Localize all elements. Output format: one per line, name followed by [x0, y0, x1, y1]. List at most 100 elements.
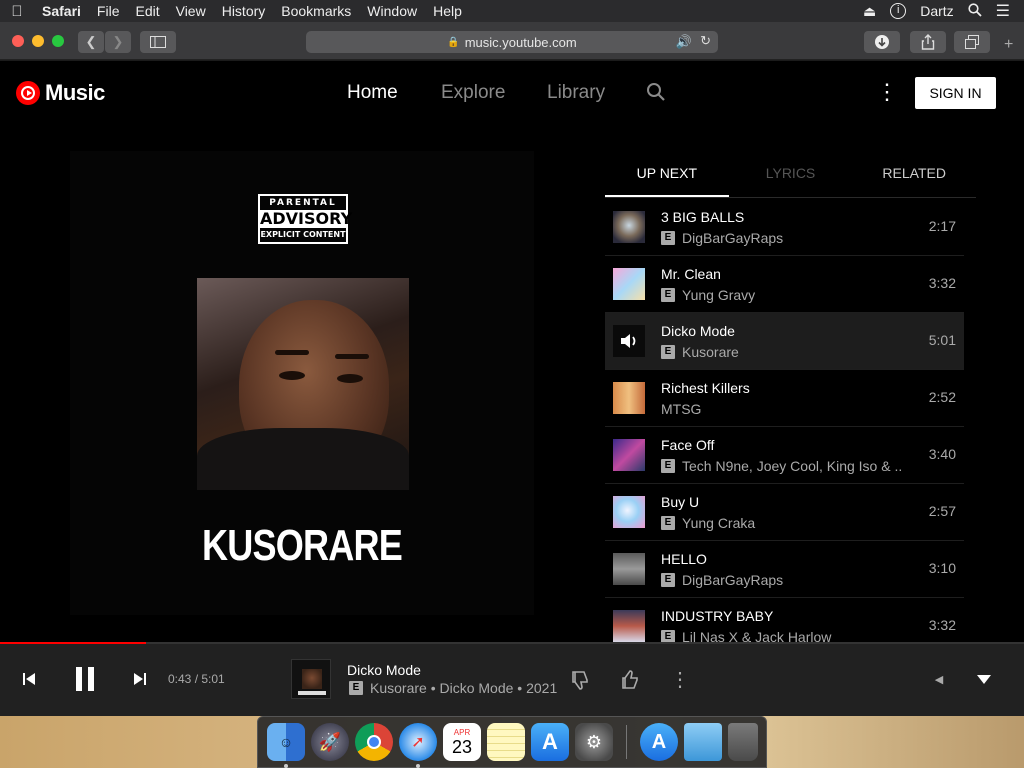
forward-button[interactable]: ❯: [105, 31, 131, 53]
nav-explore[interactable]: Explore: [441, 82, 505, 104]
back-button[interactable]: ❮: [78, 31, 104, 53]
calendar-icon[interactable]: APR 23: [443, 723, 481, 761]
youtube-music-page: Music Home Explore Library ⋮ SIGN IN PAR…: [0, 61, 1024, 716]
track-thumbnail: [613, 610, 645, 642]
search-icon[interactable]: [646, 82, 666, 102]
browser-toolbar: ❮ ❯ 🔒 music.youtube.com 🔊 ↻ +: [0, 22, 1024, 60]
track-artist[interactable]: Kusorare: [682, 344, 739, 360]
expand-player-button[interactable]: [972, 668, 996, 690]
tab-related[interactable]: RELATED: [852, 154, 976, 197]
track-title: Mr. Clean: [661, 266, 721, 282]
parental-advisory-label: PARENTAL ADVISORY EXPLICIT CONTENT: [258, 194, 352, 244]
safari-icon[interactable]: ➚: [399, 723, 437, 768]
finder-icon[interactable]: ☺: [267, 723, 305, 768]
queue-item[interactable]: INDUSTRY BABY E Lil Nas X & Jack Harlow 3…: [605, 598, 964, 642]
track-artist[interactable]: DigBarGayRaps: [682, 572, 783, 588]
new-tab-plus-icon[interactable]: +: [1004, 36, 1013, 54]
macos-dock: ☺ 🚀 ➚ APR 23 A ⚙ A: [257, 716, 767, 768]
sidebar-icon: [150, 36, 166, 48]
notification-center-icon[interactable]: ☰: [996, 1, 1010, 21]
track-duration: 3:10: [928, 560, 956, 576]
chrome-icon[interactable]: [355, 723, 393, 761]
album-cover-photo: [197, 278, 409, 490]
tab-lyrics: LYRICS: [765, 165, 816, 181]
player-more-options-icon[interactable]: ⋮: [670, 667, 690, 691]
player-bar: 0:43 / 5:01 Dicko Mode E Kusorare • Dick…: [0, 644, 1024, 716]
menu-history[interactable]: History: [214, 3, 274, 19]
menu-user-name[interactable]: Dartz: [920, 3, 953, 19]
menu-bookmarks[interactable]: Bookmarks: [273, 3, 359, 19]
show-tabs-button[interactable]: [954, 31, 990, 53]
track-artist[interactable]: Yung Craka: [682, 515, 755, 531]
minimize-window-button[interactable]: [32, 35, 44, 47]
trash-icon[interactable]: [728, 723, 758, 761]
tab-up-next[interactable]: UP NEXT: [605, 154, 729, 197]
next-track-button[interactable]: [129, 668, 151, 690]
downloads-button[interactable]: [864, 31, 900, 53]
track-artist[interactable]: DigBarGayRaps: [682, 230, 783, 246]
menu-view[interactable]: View: [168, 3, 214, 19]
calendar-day: 23: [451, 736, 473, 757]
skip-next-icon: [134, 673, 146, 685]
share-button[interactable]: [910, 31, 946, 53]
track-thumbnail: [613, 268, 645, 300]
queue-item[interactable]: HELLO E DigBarGayRaps 3:10: [605, 541, 964, 598]
explicit-badge: E: [349, 681, 363, 695]
track-artist[interactable]: Yung Gravy: [682, 287, 755, 303]
track-artist[interactable]: Lil Nas X & Jack Harlow: [682, 629, 831, 642]
volume-left-arrow-icon[interactable]: ◀: [930, 670, 948, 688]
playback-time: 0:43 / 5:01: [168, 672, 225, 686]
apple-menu-icon[interactable]: : [0, 3, 34, 20]
album-art: PARENTAL ADVISORY EXPLICIT CONTENT KUSOR…: [70, 151, 534, 615]
track-duration: 2:17: [928, 218, 956, 234]
documents-folder-icon[interactable]: [684, 723, 722, 761]
track-title: HELLO: [661, 551, 707, 567]
launchpad-icon[interactable]: 🚀: [311, 723, 349, 761]
track-duration: 3:32: [928, 275, 956, 291]
menu-file[interactable]: File: [89, 3, 128, 19]
menu-help[interactable]: Help: [425, 3, 470, 19]
pause-button[interactable]: [68, 662, 102, 696]
close-window-button[interactable]: [12, 35, 24, 47]
sign-in-button[interactable]: SIGN IN: [915, 77, 996, 109]
menu-edit[interactable]: Edit: [127, 3, 167, 19]
track-artist[interactable]: Tech N9ne, Joey Cool, King Iso & ...: [682, 458, 901, 474]
nav-home[interactable]: Home: [347, 82, 398, 104]
sidebar-toggle-button[interactable]: [140, 31, 176, 53]
system-preferences-icon[interactable]: ⚙: [575, 723, 613, 761]
dislike-button[interactable]: [569, 668, 593, 692]
track-duration: 3:32: [928, 617, 956, 633]
explicit-badge: E: [661, 516, 675, 530]
nav-library[interactable]: Library: [547, 82, 605, 104]
queue-item[interactable]: Buy U E Yung Craka 2:57: [605, 484, 964, 541]
now-playing-album-thumb: [291, 659, 331, 699]
audio-playing-icon[interactable]: 🔊: [676, 34, 692, 50]
skip-previous-icon: [23, 673, 35, 685]
queue-item[interactable]: Face Off E Tech N9ne, Joey Cool, King Iso…: [605, 427, 964, 484]
reload-icon[interactable]: ↻: [700, 33, 711, 49]
lock-icon: 🔒: [447, 36, 460, 48]
youtube-music-logo[interactable]: Music: [16, 80, 105, 106]
address-bar[interactable]: 🔒 music.youtube.com 🔊 ↻: [306, 31, 718, 53]
spotlight-search-icon[interactable]: [968, 2, 982, 20]
menu-app-name[interactable]: Safari: [34, 3, 89, 19]
menu-window[interactable]: Window: [359, 3, 425, 19]
now-playing-meta[interactable]: Kusorare • Dicko Mode • 2021: [370, 680, 557, 696]
app-store-icon[interactable]: A: [531, 723, 569, 761]
track-duration: 2:57: [928, 503, 956, 519]
like-button[interactable]: [619, 668, 643, 692]
notes-icon[interactable]: [487, 723, 525, 761]
eject-icon[interactable]: ⏏: [863, 3, 876, 20]
queue-item[interactable]: Mr. Clean E Yung Gravy 3:32: [605, 256, 964, 313]
previous-track-button[interactable]: [18, 668, 40, 690]
chevron-right-icon: ❯: [112, 34, 124, 49]
queue-item[interactable]: Richest Killers MTSG 2:52: [605, 370, 964, 427]
track-artist[interactable]: MTSG: [661, 401, 701, 417]
info-icon[interactable]: i: [890, 3, 907, 19]
queue-item-now-playing[interactable]: Dicko Mode E Kusorare 5:01: [605, 313, 964, 370]
more-options-icon[interactable]: ⋮: [876, 81, 898, 105]
now-playing-title[interactable]: Dicko Mode: [347, 662, 421, 678]
app-store-downloads-icon[interactable]: A: [640, 723, 678, 761]
queue-item[interactable]: 3 BIG BALLS E DigBarGayRaps 2:17: [605, 199, 964, 256]
zoom-window-button[interactable]: [52, 35, 64, 47]
